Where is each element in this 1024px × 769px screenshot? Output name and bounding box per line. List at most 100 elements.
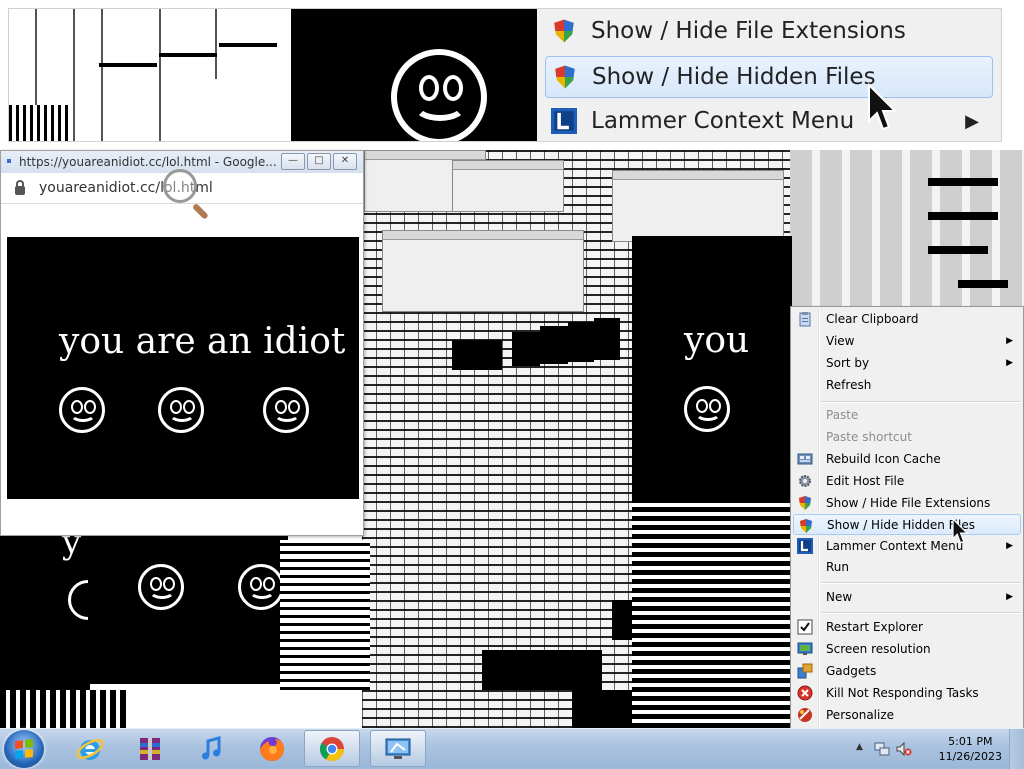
menu-item-show-hide-hidden-files[interactable]: Show / Hide Hidden Files — [793, 514, 1021, 535]
minimize-button[interactable]: — — [281, 153, 305, 170]
personalize-icon — [798, 708, 812, 722]
winrar-icon — [140, 737, 160, 760]
menu-item-label: Restart Explorer — [826, 619, 923, 634]
smiley-icon — [391, 49, 487, 141]
menu-item-label: Screen resolution — [826, 641, 931, 656]
shield-icon — [799, 496, 811, 510]
menu-item-edit-host-file[interactable]: Edit Host File — [793, 470, 1021, 491]
taskbar-winrar[interactable] — [122, 730, 178, 767]
menu-item-label: Personalize — [826, 707, 895, 722]
glitch-artifact-area — [9, 9, 291, 141]
volume-muted-icon[interactable] — [896, 741, 912, 757]
idiot-message-fragment: you — [684, 320, 750, 361]
chrome-icon — [319, 736, 344, 761]
idiot-panel: you are an idiot — [7, 237, 359, 499]
magnifier-icon — [163, 169, 197, 203]
smiley-icon — [59, 387, 105, 433]
taskbar-chrome[interactable] — [304, 730, 360, 767]
gadgets-icon — [797, 663, 813, 679]
glitch-artifact-area — [790, 150, 1024, 310]
menu-item-run[interactable]: Run — [793, 556, 1021, 577]
zoomed-menu-item-file-extensions[interactable]: Show / Hide File Extensions — [545, 11, 993, 51]
zoomed-menu-item-hidden-files[interactable]: Show / Hide Hidden Files — [545, 56, 993, 98]
menu-item-show-hide-file-extensions[interactable]: Show / Hide File Extensions — [793, 492, 1021, 513]
menu-item-sort-by[interactable]: Sort by ▶ — [793, 352, 1021, 373]
icon-cache-icon — [797, 453, 813, 465]
taskbar-remote-desktop[interactable] — [370, 730, 426, 767]
menu-item-label: Paste shortcut — [826, 429, 912, 444]
zoomed-context-menu-strip: Show / Hide File Extensions Show / Hide … — [8, 8, 1002, 142]
menu-item-label: Refresh — [826, 377, 872, 392]
idiot-panel — [291, 9, 537, 141]
menu-item-new[interactable]: New ▶ — [793, 586, 1021, 607]
firefox-icon — [260, 736, 284, 761]
taskbar-internet-explorer[interactable] — [62, 730, 118, 767]
taskbar: ▲ 5:01 PM 11/26/2023 — [0, 728, 1024, 769]
start-button[interactable] — [4, 730, 44, 768]
kill-icon — [797, 685, 813, 701]
zoomed-menu-item-label: Lammer Context Menu — [591, 108, 855, 134]
menu-separator — [821, 612, 1021, 614]
menu-item-paste[interactable]: Paste — [793, 404, 1021, 425]
menu-item-kill-not-responding-tasks[interactable]: Kill Not Responding Tasks — [793, 682, 1021, 703]
menu-separator — [821, 582, 1021, 584]
smiley-icon — [238, 564, 284, 610]
glitch-window — [382, 230, 584, 312]
browser-popup-window[interactable]: https://youareanidiot.cc/lol.html - Goog… — [0, 150, 364, 536]
menu-item-gadgets[interactable]: Gadgets — [793, 660, 1021, 681]
menu-item-lammer-context-menu[interactable]: Lammer Context Menu ▶ — [793, 535, 1021, 556]
menu-item-label: Run — [826, 559, 850, 574]
submenu-arrow-icon: ▶ — [1006, 357, 1013, 368]
monitor-icon — [797, 642, 813, 655]
idiot-message-fragment: y — [62, 534, 82, 562]
menu-item-label: Lammer Context Menu — [826, 538, 964, 553]
menu-item-clear-clipboard[interactable]: Clear Clipboard — [793, 308, 1021, 329]
menu-item-paste-shortcut[interactable]: Paste shortcut — [793, 426, 1021, 447]
mouse-cursor-icon — [868, 83, 898, 131]
zoomed-menu-item-lammer[interactable]: Lammer Context Menu ▶ — [545, 101, 993, 141]
taskbar-firefox[interactable] — [244, 730, 300, 767]
glitch-block — [452, 340, 502, 370]
popup-title: https://youareanidiot.cc/lol.html - Goog… — [19, 155, 277, 169]
lock-icon — [15, 179, 25, 195]
glitch-block — [0, 690, 130, 728]
tray-expand-icon[interactable]: ▲ — [856, 742, 863, 752]
window-controls: — □ ✕ — [281, 153, 357, 170]
taskbar-itunes[interactable] — [184, 730, 240, 767]
zoomed-menu-item-label: Show / Hide Hidden Files — [592, 64, 876, 90]
glitch-block — [280, 540, 370, 690]
shield-icon — [554, 19, 574, 43]
show-desktop-button[interactable] — [1009, 729, 1024, 769]
menu-item-refresh[interactable]: Refresh — [793, 374, 1021, 395]
menu-item-screen-resolution[interactable]: Screen resolution — [793, 638, 1021, 659]
submenu-arrow-icon: ▶ — [1006, 335, 1013, 346]
maximize-button[interactable]: □ — [307, 153, 331, 170]
network-icon[interactable] — [874, 741, 890, 757]
itunes-icon — [202, 735, 221, 759]
idiot-panel: y — [0, 534, 90, 694]
menu-item-personalize[interactable]: Personalize — [793, 704, 1021, 725]
close-button[interactable]: ✕ — [333, 153, 357, 170]
glitch-block — [540, 326, 568, 364]
zoomed-menu: Show / Hide File Extensions Show / Hide … — [537, 9, 1001, 141]
glitch-block — [632, 498, 790, 728]
internet-explorer-icon — [76, 738, 104, 760]
glitch-block — [482, 650, 602, 690]
menu-item-rebuild-icon-cache[interactable]: Rebuild Icon Cache — [793, 448, 1021, 469]
clock-date: 11/26/2023 — [938, 750, 1002, 763]
glitch-block — [512, 332, 540, 366]
smiley-icon — [158, 387, 204, 433]
system-tray: ▲ 5:01 PM 11/26/2023 — [854, 729, 1024, 769]
submenu-arrow-icon: ▶ — [965, 110, 979, 132]
menu-item-label: Clear Clipboard — [826, 311, 919, 326]
idiot-message: you are an idiot — [59, 321, 346, 362]
smiley-icon — [263, 387, 309, 433]
menu-item-view[interactable]: View ▶ — [793, 330, 1021, 351]
menu-item-restart-explorer[interactable]: Restart Explorer — [793, 616, 1021, 637]
shield-icon — [555, 65, 575, 89]
glitch-bar — [928, 178, 998, 186]
clock[interactable]: 5:01 PM 11/26/2023 — [939, 734, 1002, 764]
remote-desktop-icon — [385, 738, 411, 759]
menu-item-label: Rebuild Icon Cache — [826, 451, 941, 466]
checkbox-icon — [797, 619, 813, 635]
